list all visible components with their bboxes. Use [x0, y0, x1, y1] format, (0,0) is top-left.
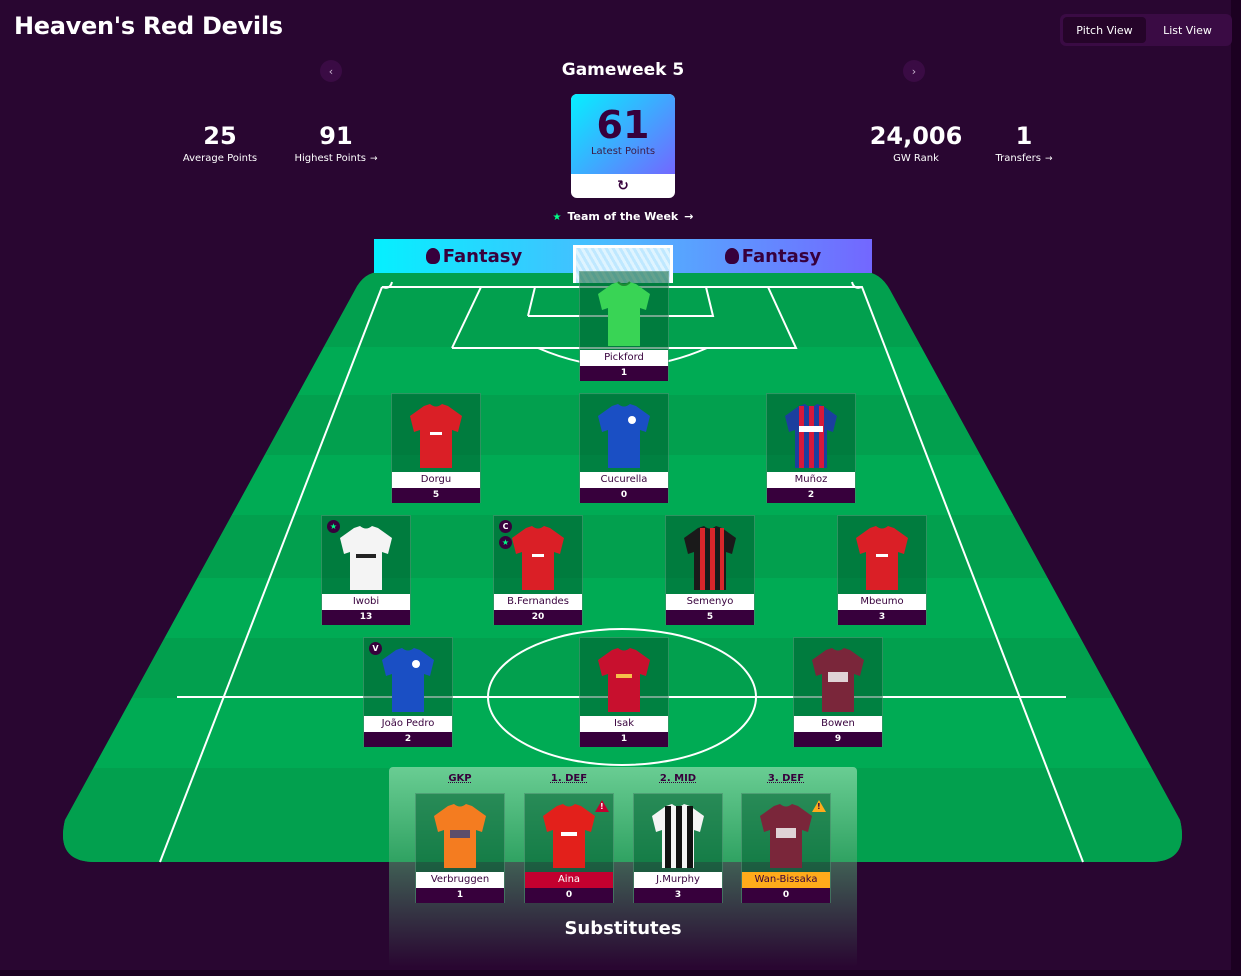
captain-badge: C [499, 520, 512, 533]
shirt-icon [598, 281, 650, 346]
player-name: Muñoz [767, 472, 855, 488]
player-name: Isak [580, 716, 668, 732]
player-name: Wan-Bissaka [742, 872, 830, 888]
player-card-pickford[interactable]: Pickford 1 [579, 271, 669, 381]
player-name: Dorgu [392, 472, 480, 488]
player-points: 9 [794, 732, 882, 747]
shirt-icon [543, 804, 595, 868]
player-card-fernandes[interactable]: B.Fernandes 20 C ★ [493, 515, 583, 625]
player-points: 1 [416, 888, 504, 903]
player-name: Iwobi [322, 594, 410, 610]
player-name: B.Fernandes [494, 594, 582, 610]
sub-card-verbruggen[interactable]: Verbruggen 1 [415, 793, 505, 903]
sub-position-label: 3. DEF [767, 773, 805, 784]
player-card-semenyo[interactable]: Semenyo 5 [665, 515, 755, 625]
shirt-icon [598, 404, 650, 468]
fantasy-logo-left: Fantasy [374, 239, 574, 273]
player-card-mbeumo[interactable]: Mbeumo 3 [837, 515, 927, 625]
lion-icon [425, 248, 440, 264]
player-points: 3 [634, 888, 722, 903]
player-points: 5 [666, 610, 754, 625]
player-points: 5 [392, 488, 480, 503]
player-name: Pickford [580, 350, 668, 366]
player-card-bowen[interactable]: Bowen 9 [793, 637, 883, 747]
player-card-iwobi[interactable]: Iwobi 13 ★ [321, 515, 411, 625]
vice-captain-badge: V [369, 642, 382, 655]
shirt-icon [652, 804, 704, 868]
sub-card-murphy[interactable]: J.Murphy 3 [633, 793, 723, 903]
player-name: J.Murphy [634, 872, 722, 888]
player-card-cucurella[interactable]: Cucurella 0 [579, 393, 669, 503]
player-name: João Pedro [364, 716, 452, 732]
player-points: 0 [525, 888, 613, 903]
shirt-icon [382, 648, 434, 712]
player-points: 0 [580, 488, 668, 503]
star-icon: ★ [327, 520, 340, 533]
shirt-icon [812, 648, 864, 712]
shirt-icon [785, 404, 837, 468]
sub-position-label: 1. DEF [550, 773, 588, 784]
player-points: 2 [767, 488, 855, 503]
sub-card-aina[interactable]: Aina 0 ! [524, 793, 614, 903]
player-points: 3 [838, 610, 926, 625]
fantasy-logo-right: Fantasy [674, 239, 872, 273]
player-name: Semenyo [666, 594, 754, 610]
player-name: Aina [525, 872, 613, 888]
player-card-munoz[interactable]: Muñoz 2 [766, 393, 856, 503]
player-card-dorgu[interactable]: Dorgu 5 [391, 393, 481, 503]
sub-position-label: GKP [448, 773, 472, 784]
player-card-joao-pedro[interactable]: João Pedro 2 V [363, 637, 453, 747]
player-points: 13 [322, 610, 410, 625]
warning-icon: ! [812, 800, 826, 812]
shirt-icon [340, 526, 392, 590]
sub-position-label: 2. MID [659, 773, 697, 784]
substitutes-title: Substitutes [564, 918, 682, 939]
player-name: Mbeumo [838, 594, 926, 610]
player-name: Bowen [794, 716, 882, 732]
player-points: 1 [580, 366, 668, 381]
sub-card-wan-bissaka[interactable]: Wan-Bissaka 0 ! [741, 793, 831, 903]
shirt-icon [684, 526, 736, 590]
shirt-icon [598, 648, 650, 712]
shirt-icon [760, 804, 812, 868]
player-name: Cucurella [580, 472, 668, 488]
player-points: 1 [580, 732, 668, 747]
player-points: 20 [494, 610, 582, 625]
player-name: Verbruggen [416, 872, 504, 888]
shirt-icon [434, 804, 486, 868]
player-points: 2 [364, 732, 452, 747]
warning-icon: ! [595, 800, 609, 812]
lion-icon [724, 248, 739, 264]
shirt-icon [410, 404, 462, 468]
star-icon: ★ [499, 536, 512, 549]
shirt-icon [856, 526, 908, 590]
player-card-isak[interactable]: Isak 1 [579, 637, 669, 747]
player-points: 0 [742, 888, 830, 903]
shirt-icon [512, 526, 564, 590]
